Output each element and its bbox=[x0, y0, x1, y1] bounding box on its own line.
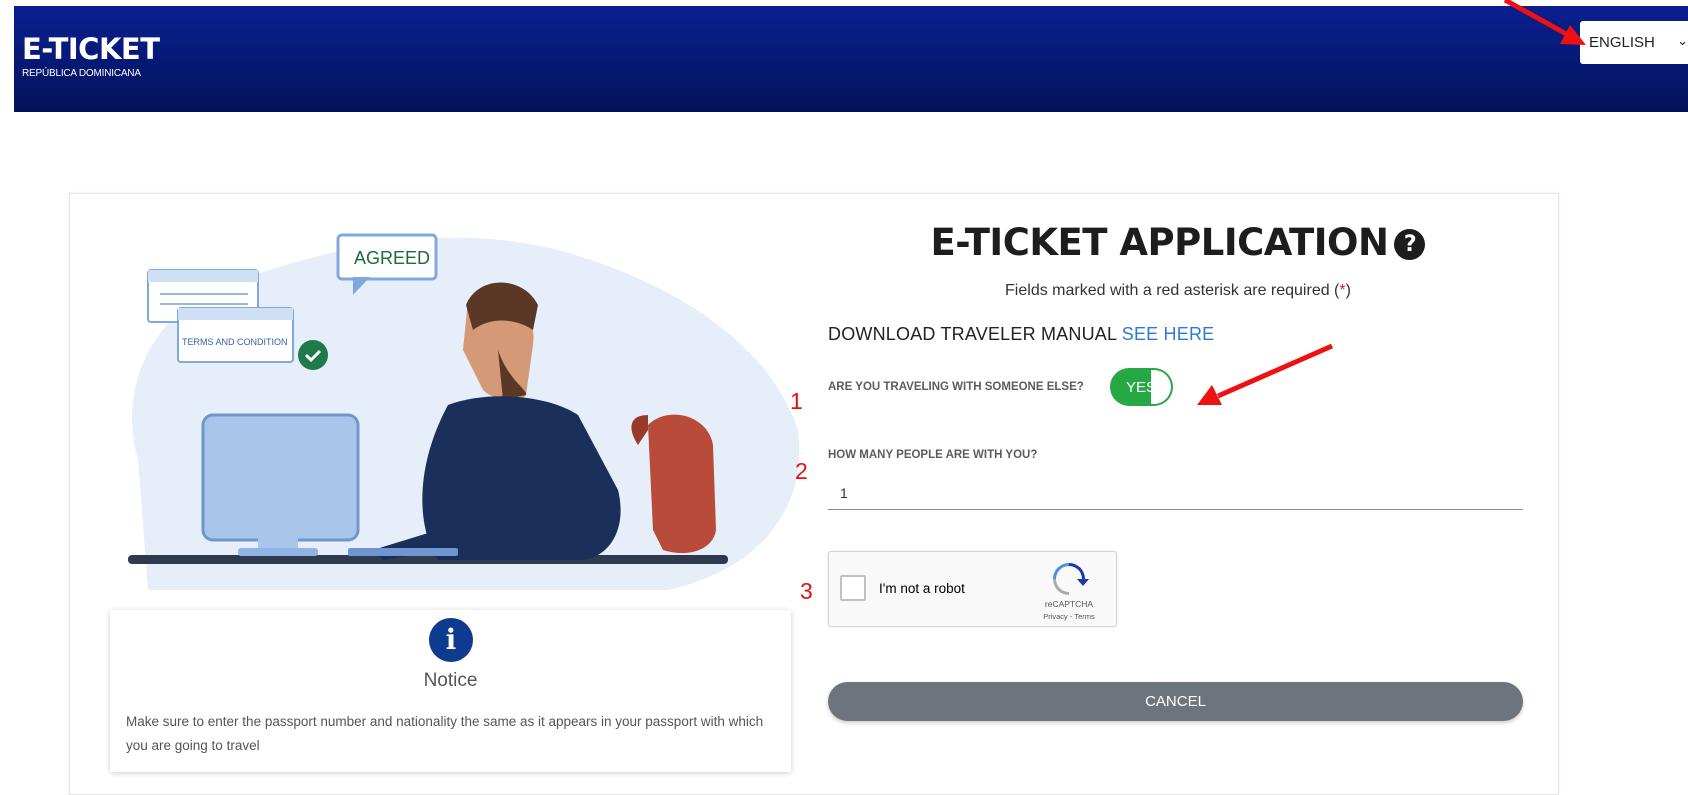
notice-box: i Notice Make sure to enter the passport… bbox=[110, 610, 791, 772]
step-1-marker: 1 bbox=[790, 388, 803, 414]
recaptcha-links[interactable]: Privacy - Terms bbox=[1024, 612, 1114, 621]
question-circle-icon[interactable]: ? bbox=[1394, 229, 1426, 260]
required-note-suffix: ) bbox=[1345, 282, 1351, 299]
traveling-question-label: ARE YOU TRAVELING WITH SOMEONE ELSE? bbox=[828, 381, 1084, 393]
traveling-toggle[interactable]: YES bbox=[1110, 368, 1173, 406]
person-at-computer-illustration: TERMS AND CONDITION AGREED bbox=[128, 233, 800, 590]
backpack-icon bbox=[648, 414, 716, 554]
toggle-knob bbox=[1151, 370, 1171, 404]
people-count-input[interactable]: 1 bbox=[828, 478, 1523, 510]
terms-card-text: TERMS AND CONDITION bbox=[182, 337, 288, 347]
page-title: E-TICKET APPLICATION? bbox=[828, 221, 1528, 264]
step-2-marker: 2 bbox=[795, 458, 808, 484]
header-bar: E-TICKET REPÚBLICA DOMINICANA bbox=[14, 6, 1688, 112]
checkmark-circle-icon bbox=[298, 340, 328, 370]
monitor-icon bbox=[201, 413, 360, 556]
required-note-prefix: Fields marked with a red asterisk are re… bbox=[1005, 282, 1340, 299]
recaptcha-brand: reCAPTCHA bbox=[1044, 599, 1094, 609]
recaptcha-logo-icon bbox=[1053, 563, 1089, 595]
page-title-text: E-TICKET APPLICATION bbox=[930, 221, 1389, 264]
bubble-agreed-text: AGREED bbox=[354, 248, 430, 268]
step-3-marker: 3 bbox=[800, 578, 813, 604]
recaptcha-label: I'm not a robot bbox=[879, 581, 965, 596]
logo-subtitle: REPÚBLICA DOMINICANA bbox=[22, 68, 141, 79]
language-selected-value: ENGLISH bbox=[1589, 34, 1655, 51]
chevron-down-icon: ⌄ bbox=[1677, 33, 1688, 48]
notice-title: Notice bbox=[423, 670, 478, 691]
download-manual-row: DOWNLOAD TRAVELER MANUAL SEE HERE bbox=[828, 324, 1214, 345]
download-manual-label: DOWNLOAD TRAVELER MANUAL bbox=[828, 324, 1117, 344]
terms-document-icon: TERMS AND CONDITION bbox=[177, 307, 294, 363]
notice-body: Make sure to enter the passport number a… bbox=[126, 714, 764, 753]
info-icon: i bbox=[429, 618, 473, 662]
people-count-label: HOW MANY PEOPLE ARE WITH YOU? bbox=[828, 449, 1038, 461]
recaptcha-checkbox[interactable] bbox=[840, 575, 866, 601]
cancel-button[interactable]: CANCEL bbox=[828, 682, 1523, 721]
see-here-link[interactable]: SEE HERE bbox=[1122, 324, 1215, 344]
required-fields-note: Fields marked with a red asterisk are re… bbox=[828, 282, 1528, 300]
logo-title[interactable]: E-TICKET bbox=[22, 34, 160, 64]
desk bbox=[128, 555, 728, 564]
recaptcha-widget: I'm not a robot reCAPTCHA Privacy - Term… bbox=[828, 551, 1117, 627]
language-select[interactable]: ENGLISH ⌄ bbox=[1580, 21, 1688, 64]
